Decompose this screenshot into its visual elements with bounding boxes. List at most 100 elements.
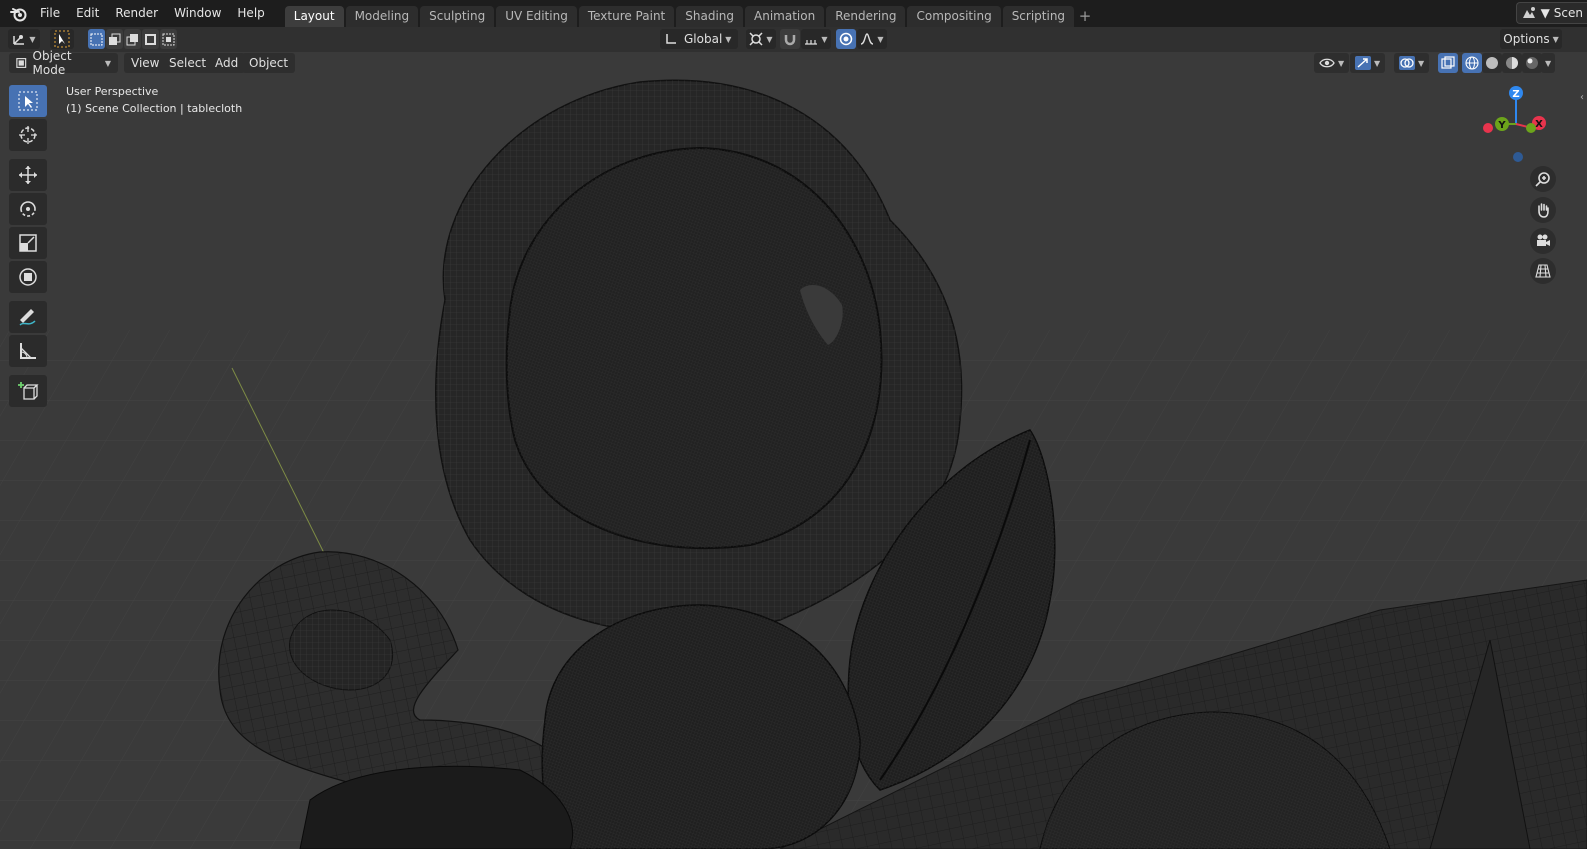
scale-tool[interactable] — [9, 227, 47, 259]
select-mode-invert-button[interactable] — [142, 29, 159, 49]
menu-file[interactable]: File — [32, 0, 68, 27]
chevron-down-icon: ▼ — [1374, 58, 1381, 68]
shading-solid-button[interactable] — [1482, 53, 1502, 73]
axes-icon — [13, 35, 25, 45]
cursor-tool[interactable] — [9, 119, 47, 151]
menu-select[interactable]: Select — [162, 53, 214, 73]
viewport-scene — [0, 74, 1587, 849]
pivot-icon — [749, 32, 763, 46]
chevron-down-icon: ▼ — [766, 34, 773, 44]
measure-tool[interactable] — [9, 335, 47, 367]
orientation-value: Global — [684, 32, 723, 46]
cursor-arrow-icon — [54, 30, 70, 48]
grid-perspective-icon — [1535, 264, 1551, 278]
scene-selector[interactable]: ▼ Scen — [1515, 2, 1587, 24]
annotate-tool[interactable] — [9, 301, 47, 333]
menu-edit[interactable]: Edit — [68, 0, 107, 27]
scene-icon — [1522, 7, 1535, 18]
shading-rendered-button[interactable] — [1522, 53, 1542, 73]
menu-render[interactable]: Render — [107, 0, 166, 27]
move-arrows-icon — [19, 166, 37, 184]
shading-wireframe-button[interactable] — [1462, 53, 1482, 73]
sidebar-toggle-icon[interactable]: ‹ — [1580, 92, 1584, 103]
xray-toggle[interactable] — [1438, 53, 1458, 73]
pan-button[interactable] — [1530, 197, 1556, 223]
tab-rendering[interactable]: Rendering — [826, 6, 906, 27]
proportional-edit-toggle[interactable] — [836, 29, 856, 49]
snap-toggle-button[interactable] — [780, 29, 800, 49]
chevron-down-icon: ▼ — [1540, 6, 1550, 20]
orientation-axes-icon — [666, 34, 676, 44]
blender-logo-icon[interactable] — [6, 0, 32, 27]
shading-material-button[interactable] — [1502, 53, 1522, 73]
select-box-icon — [18, 91, 38, 111]
menu-help[interactable]: Help — [229, 0, 272, 27]
tab-modeling[interactable]: Modeling — [345, 6, 419, 27]
scale-icon — [19, 234, 37, 252]
select-mode-new-button[interactable] — [88, 29, 105, 49]
rendered-sphere-icon — [1526, 57, 1538, 69]
select-mode-subtract-button[interactable] — [124, 29, 141, 49]
chevron-down-icon: ▼ — [1418, 58, 1425, 68]
proportional-falloff-dropdown[interactable]: ▼ — [857, 29, 887, 49]
3d-viewport[interactable]: User Perspective (1) Scene Collection | … — [0, 74, 1587, 849]
y-axis-label: Y — [1497, 120, 1506, 131]
transform-orientation-dropdown[interactable]: Global ▼ — [660, 29, 738, 49]
tab-scripting[interactable]: Scripting — [1002, 6, 1075, 27]
visibility-dropdown[interactable]: ▼ — [1314, 53, 1350, 73]
move-tool[interactable] — [9, 159, 47, 191]
xray-icon — [1441, 56, 1455, 69]
overlays-dropdown[interactable]: ▼ — [1394, 53, 1430, 73]
menu-window[interactable]: Window — [166, 0, 229, 27]
snap-target-dropdown[interactable]: ▼ — [801, 29, 831, 49]
add-workspace-button[interactable]: + — [1076, 6, 1094, 27]
options-dropdown[interactable]: Options ▼ — [1500, 29, 1562, 49]
tab-layout[interactable]: Layout — [284, 6, 344, 27]
select-mode-intersect-button[interactable] — [160, 29, 177, 49]
rotate-tool[interactable] — [9, 193, 47, 225]
left-toolbar — [9, 85, 49, 409]
editor-type-button[interactable]: ▼ — [8, 29, 40, 49]
tab-animation[interactable]: Animation — [745, 6, 825, 27]
scene-name: Scen — [1553, 6, 1583, 20]
shading-options-dropdown[interactable]: ▼ — [1541, 53, 1556, 73]
neg-x-axis-handle[interactable] — [1483, 123, 1493, 133]
chevron-down-icon: ▼ — [1552, 34, 1559, 44]
menu-view[interactable]: View — [124, 53, 167, 73]
gizmo-dropdown[interactable]: ▼ — [1350, 53, 1386, 73]
viewport-header: Object Mode ▼ View Select Add Object ▼ ▼… — [0, 49, 1587, 77]
gizmo-arrow-icon — [1355, 56, 1371, 70]
object-mode-dropdown[interactable]: Object Mode ▼ — [9, 49, 118, 77]
chevron-down-icon: ▼ — [821, 34, 828, 44]
camera-view-button[interactable] — [1530, 228, 1556, 254]
object-mode-icon — [16, 58, 27, 68]
select-mode-extend-button[interactable] — [106, 29, 123, 49]
navigation-gizmo[interactable]: Z Y X — [1478, 82, 1558, 164]
menu-add[interactable]: Add — [208, 53, 246, 73]
pivot-point-dropdown[interactable]: ▼ — [746, 29, 776, 49]
add-cube-icon — [18, 382, 39, 400]
chevron-down-icon: ▼ — [1338, 58, 1345, 68]
transform-tool[interactable] — [9, 261, 47, 293]
ruler-icon — [20, 343, 36, 359]
toggle-perspective-button[interactable] — [1530, 258, 1556, 284]
eye-icon — [1319, 58, 1335, 68]
viewport-perspective-label: User Perspective — [66, 85, 159, 98]
tab-sculpting[interactable]: Sculpting — [420, 6, 495, 27]
add-cube-tool[interactable] — [9, 375, 47, 407]
menu-object[interactable]: Object — [242, 53, 296, 73]
tab-compositing[interactable]: Compositing — [907, 6, 1001, 27]
select-intersect-icon — [162, 33, 175, 45]
select-box-tool[interactable] — [9, 85, 47, 117]
neg-y-axis-handle[interactable] — [1526, 123, 1536, 133]
zoom-button[interactable] — [1530, 166, 1556, 192]
tab-uv-editing[interactable]: UV Editing — [496, 6, 577, 27]
tab-shading[interactable]: Shading — [676, 6, 743, 27]
select-extend-icon — [109, 33, 121, 45]
neg-z-axis-handle[interactable] — [1513, 152, 1523, 162]
tab-texture-paint[interactable]: Texture Paint — [578, 6, 675, 27]
active-tool-button[interactable] — [50, 29, 74, 49]
rotate-icon — [20, 201, 36, 217]
x-axis-label: X — [1535, 119, 1543, 130]
zoom-icon — [1535, 172, 1550, 187]
